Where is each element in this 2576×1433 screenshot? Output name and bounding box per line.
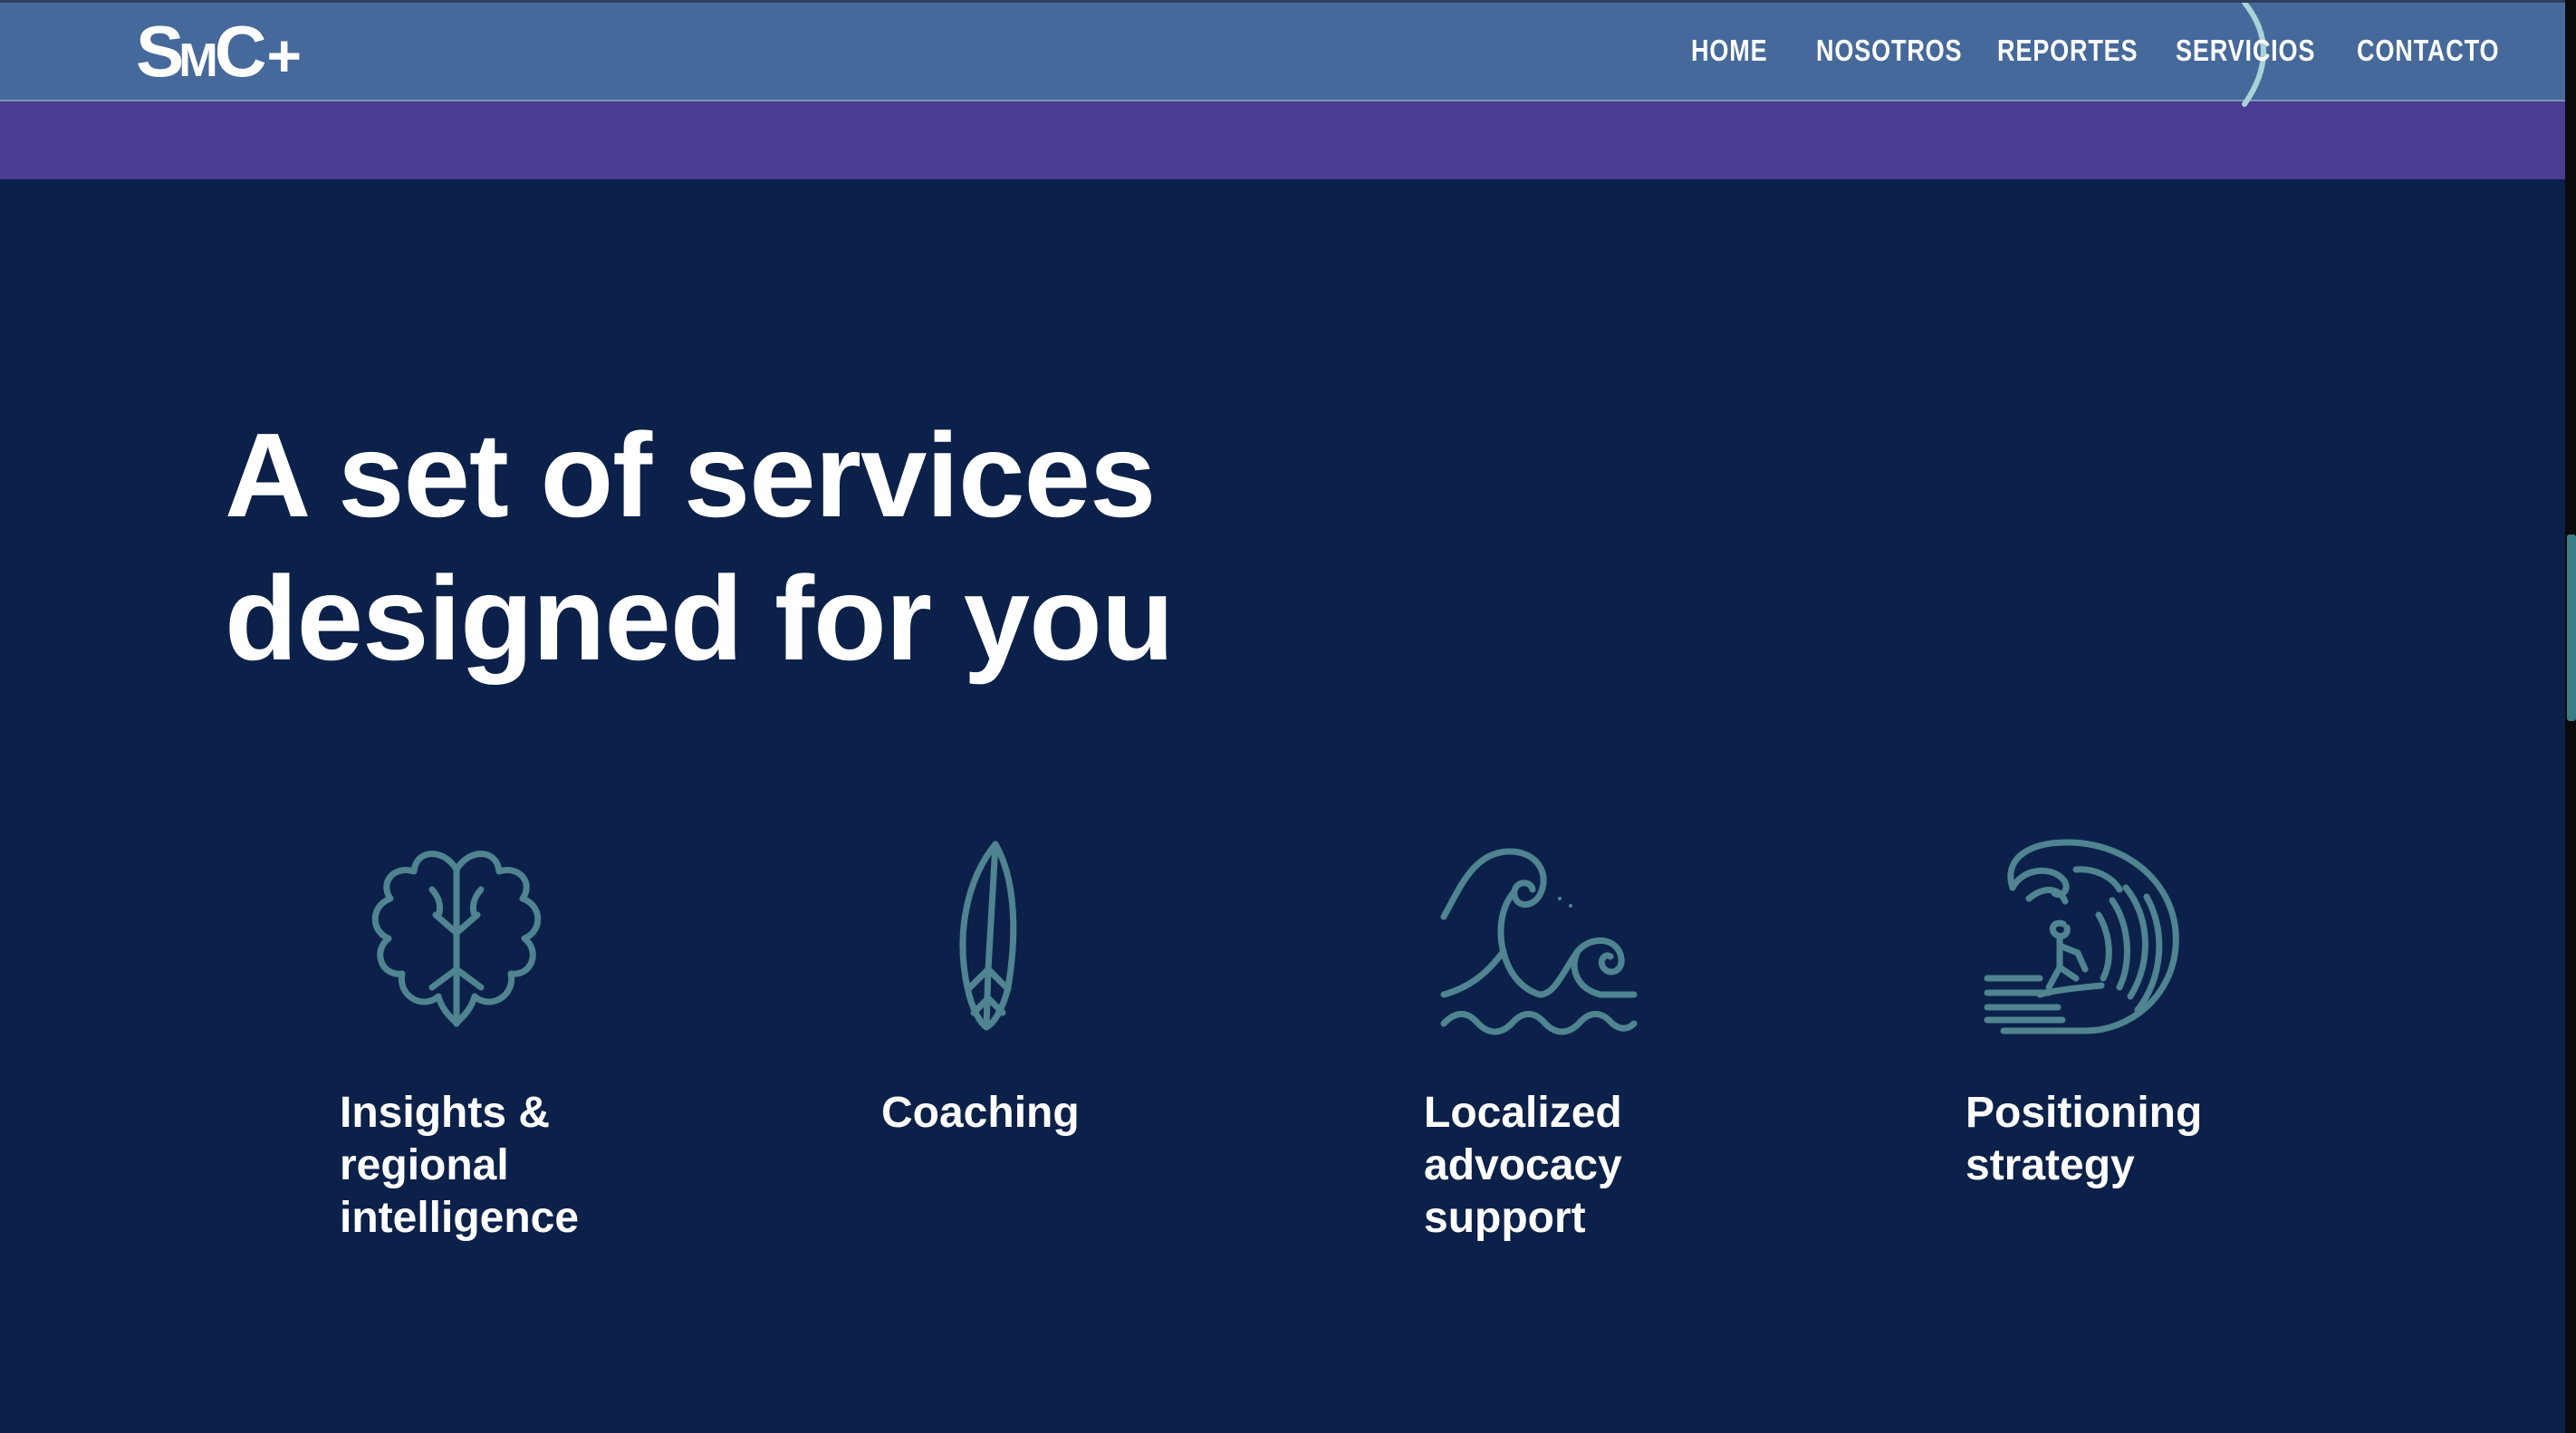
page: S M C + HOME NOSOTROS REPORTES SERVICIOS CO…	[0, 0, 2576, 1433]
service-label: Positioning strategy	[1966, 1087, 2346, 1192]
nav-home[interactable]: HOME	[1691, 34, 1767, 68]
top-navigation-bar: S M C + HOME NOSOTROS REPORTES SERVICIOS CO…	[0, 0, 2565, 107]
service-label-line: Positioning	[1966, 1089, 2203, 1137]
service-label-line: strategy	[1966, 1141, 2135, 1189]
nav-contacto[interactable]: CONTACTO	[2357, 34, 2499, 68]
nav-reportes[interactable]: REPORTES	[1997, 34, 2138, 68]
nav-nosotros[interactable]: NOSOTROS	[1816, 34, 1962, 68]
waves-icon	[1440, 848, 1638, 1035]
service-label: Coaching	[881, 1087, 1262, 1140]
service-label-line: support	[1424, 1194, 1586, 1242]
scrollbar-track[interactable]	[2565, 0, 2576, 1433]
scrollbar-thumb[interactable]	[2567, 534, 2576, 721]
service-label: Insights & regional intelligence	[340, 1087, 720, 1245]
surfer-wave-icon	[1984, 839, 2179, 1034]
service-label-line: Localized	[1424, 1089, 1622, 1137]
nav-servicios[interactable]: SERVICIOS	[2176, 34, 2315, 68]
heading-line-2: designed for you	[225, 552, 1174, 685]
heading-line-1: A set of services	[225, 409, 1156, 542]
service-label-line: Coaching	[881, 1089, 1080, 1137]
brain-icon	[371, 851, 542, 1027]
service-label-line: regional	[340, 1141, 509, 1189]
service-label-line: advocacy	[1424, 1141, 1622, 1189]
main-nav: HOME NOSOTROS REPORTES SERVICIOS CONTACT…	[0, 3, 2565, 107]
service-label: Localized advocacy support	[1424, 1087, 1804, 1245]
surfboard-icon	[959, 841, 1017, 1031]
service-label-line: intelligence	[340, 1194, 580, 1242]
page-heading: A set of services designed for you	[225, 404, 1174, 690]
service-label-line: Insights &	[340, 1089, 551, 1137]
